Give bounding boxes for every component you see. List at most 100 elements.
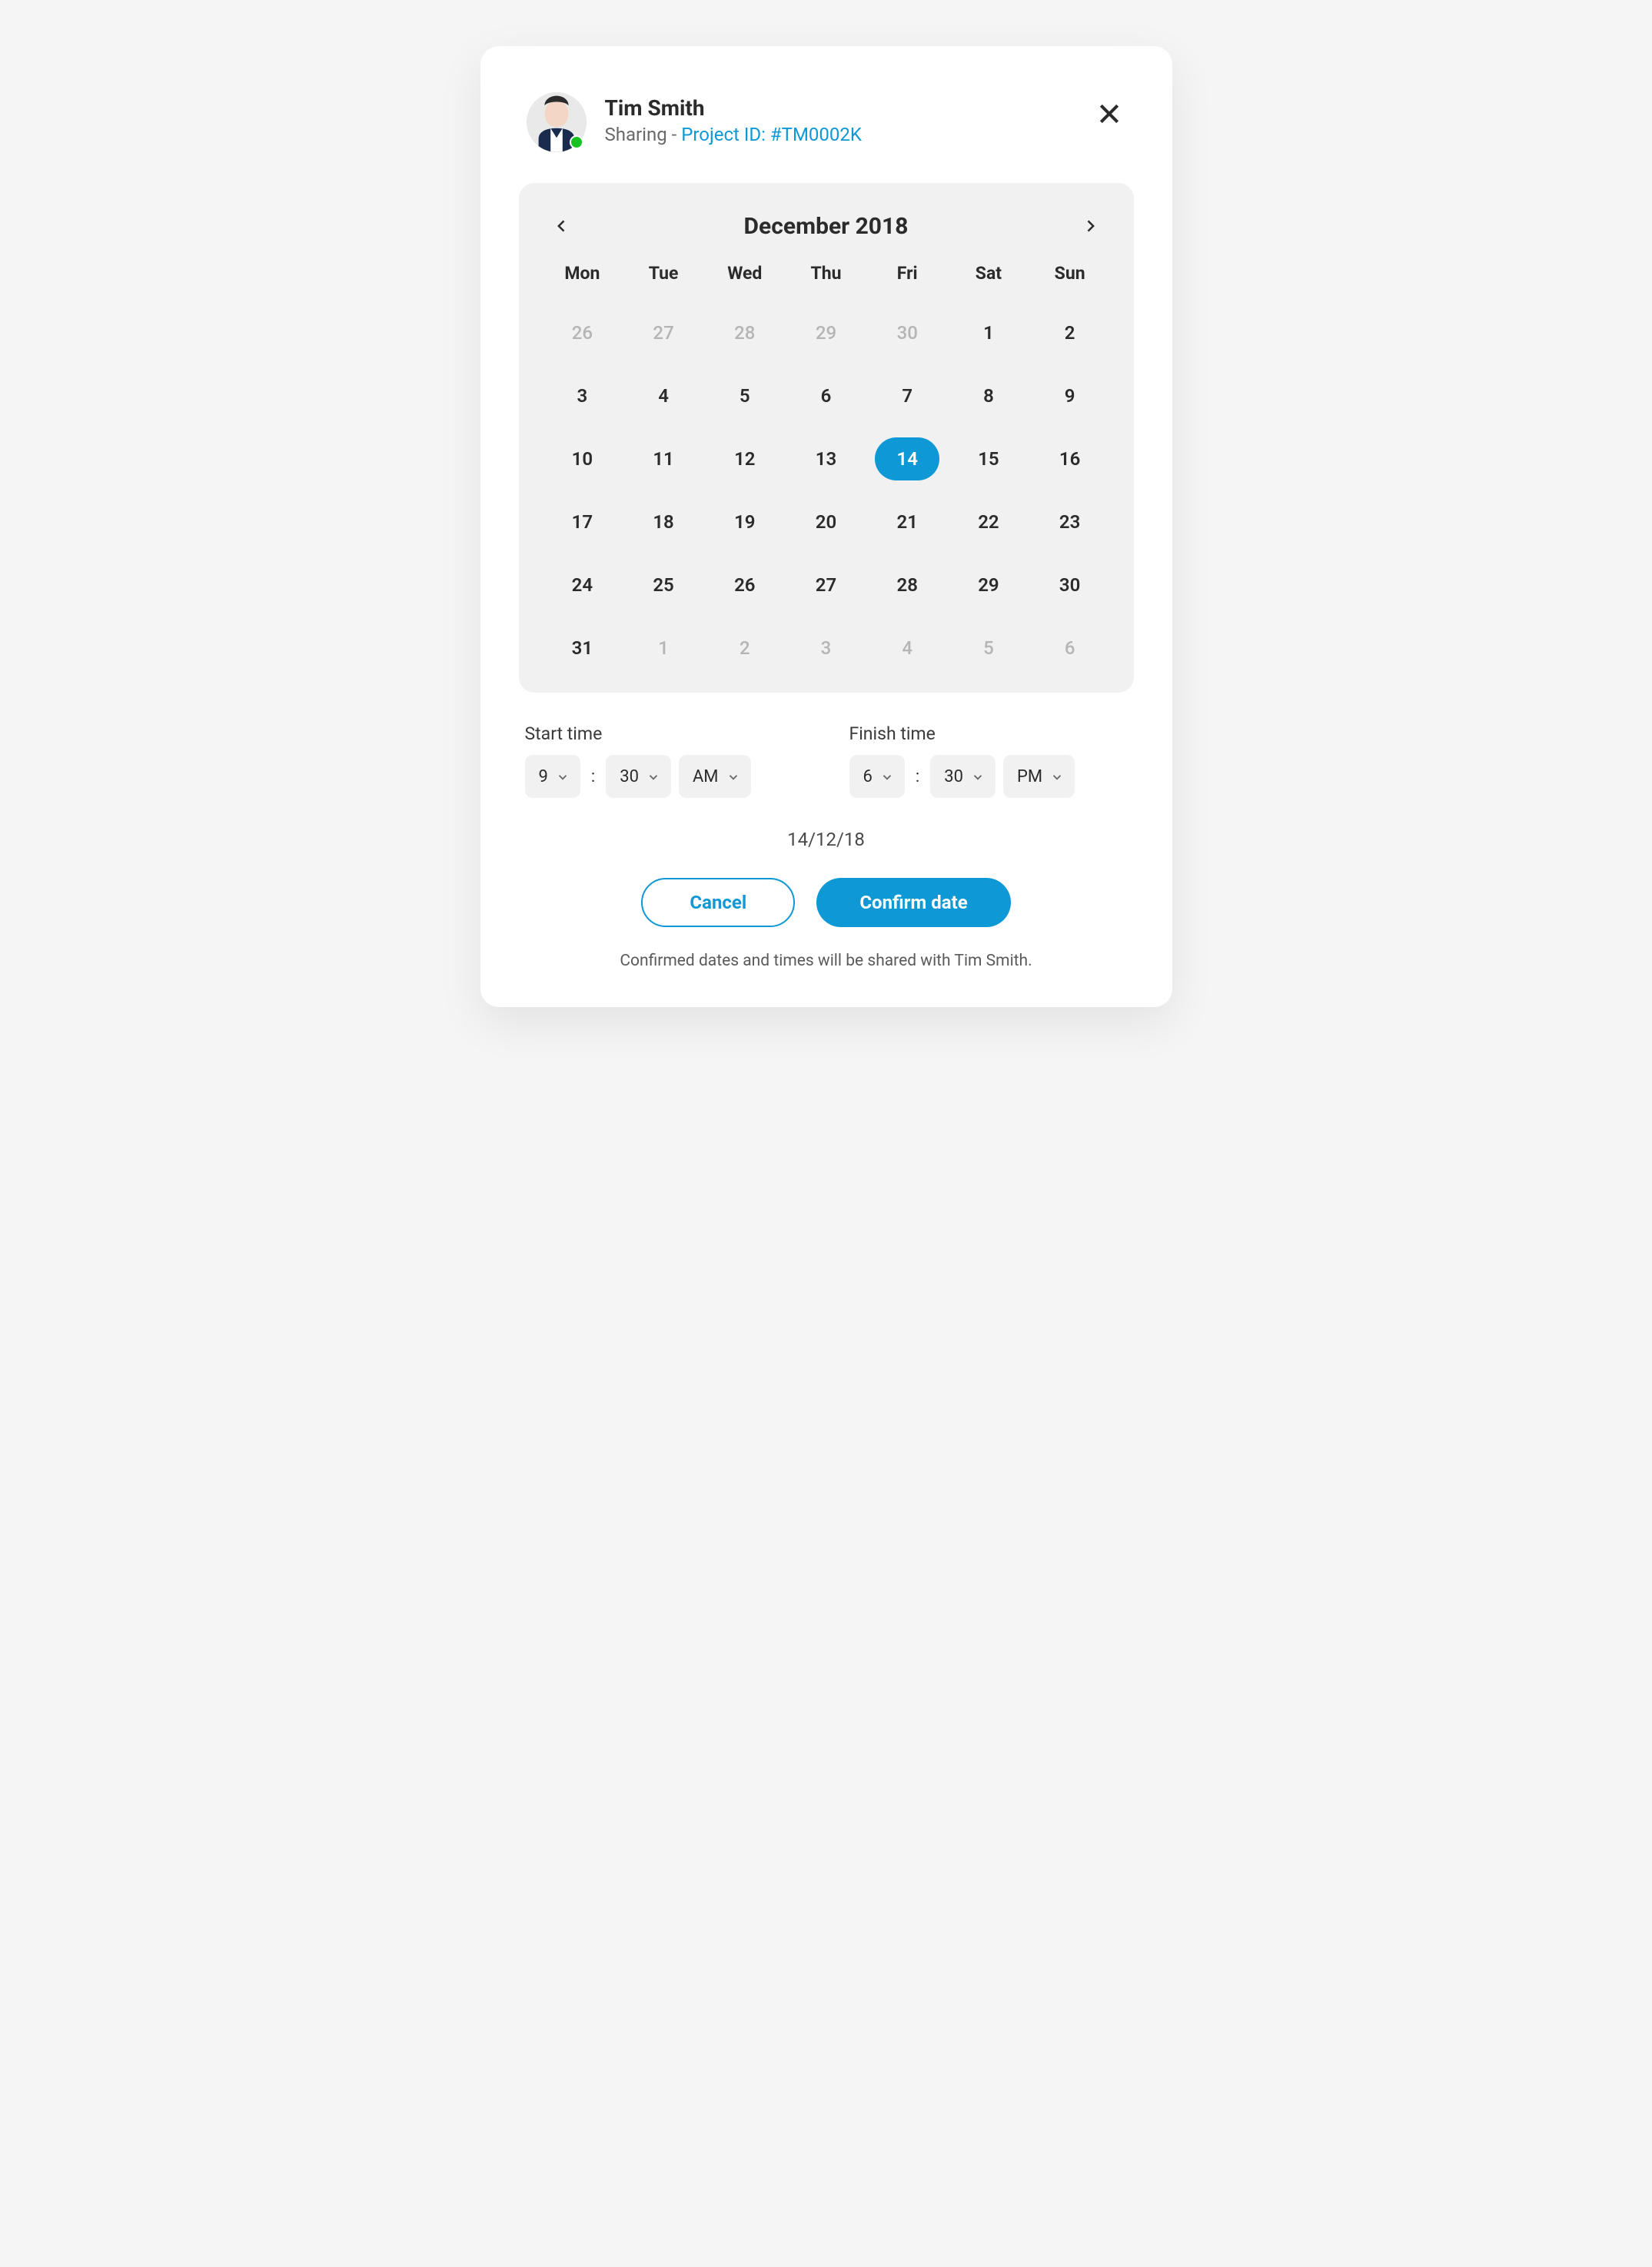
- finish-hour-select[interactable]: 6: [849, 755, 905, 798]
- finish-minute-select[interactable]: 30: [930, 755, 996, 798]
- calendar-day[interactable]: 19: [704, 500, 786, 543]
- calendar-day-number: 11: [653, 448, 673, 470]
- avatar-wrap: [527, 92, 587, 152]
- calendar-day[interactable]: 24: [542, 563, 623, 607]
- footnote: Confirmed dates and times will be shared…: [519, 952, 1134, 970]
- calendar-day[interactable]: 10: [542, 437, 623, 480]
- calendar-day[interactable]: 12: [704, 437, 786, 480]
- modal-header: Tim Smith Sharing - Project ID: #TM0002K: [519, 92, 1134, 152]
- day-of-week-header: Fri: [866, 263, 948, 291]
- calendar-day[interactable]: 16: [1029, 437, 1111, 480]
- calendar-day[interactable]: 9: [1029, 374, 1111, 417]
- calendar-day-number: 30: [1059, 574, 1080, 596]
- calendar-day-number: 6: [821, 385, 832, 407]
- finish-period-value: PM: [1017, 767, 1042, 786]
- calendar-day[interactable]: 20: [786, 500, 867, 543]
- calendar-day-number: 6: [1065, 637, 1075, 659]
- calendar-day[interactable]: 7: [866, 374, 948, 417]
- calendar-day[interactable]: 6: [1029, 627, 1111, 670]
- calendar-day[interactable]: 17: [542, 500, 623, 543]
- day-of-week-header: Mon: [542, 263, 623, 291]
- day-of-week-header: Sun: [1029, 263, 1111, 291]
- calendar-day[interactable]: 27: [623, 311, 704, 354]
- calendar-day[interactable]: 26: [704, 563, 786, 607]
- day-of-week-header: Tue: [623, 263, 704, 291]
- start-hour-value: 9: [539, 767, 548, 786]
- calendar-day-number: 26: [734, 574, 755, 596]
- month-title: December 2018: [744, 213, 909, 240]
- start-hour-select[interactable]: 9: [525, 755, 580, 798]
- next-month-button[interactable]: [1075, 211, 1105, 241]
- start-period-select[interactable]: AM: [679, 755, 751, 798]
- time-row: Start time 9 : 30 AM Finish time: [519, 723, 1134, 798]
- calendar-day-number: 12: [734, 448, 755, 470]
- calendar-day-number: 17: [572, 511, 593, 533]
- calendar-day[interactable]: 31: [542, 627, 623, 670]
- calendar-day[interactable]: 26: [542, 311, 623, 354]
- chevron-down-icon: [556, 770, 570, 783]
- calendar-day[interactable]: 22: [948, 500, 1029, 543]
- calendar-header: December 2018: [542, 211, 1111, 241]
- calendar-day[interactable]: 25: [623, 563, 704, 607]
- calendar-day-number: 5: [740, 385, 750, 407]
- calendar-day[interactable]: 1: [948, 311, 1029, 354]
- chevron-down-icon: [1050, 770, 1064, 783]
- calendar-day[interactable]: 4: [866, 627, 948, 670]
- start-minute-value: 30: [620, 767, 639, 786]
- calendar-day-number: 31: [572, 637, 593, 659]
- calendar-day[interactable]: 5: [948, 627, 1029, 670]
- close-icon: [1097, 101, 1122, 126]
- calendar-day[interactable]: 28: [866, 563, 948, 607]
- calendar-day[interactable]: 23: [1029, 500, 1111, 543]
- finish-minute-value: 30: [944, 767, 963, 786]
- calendar-grid: MonTueWedThuFriSatSun2627282930123456789…: [542, 263, 1111, 670]
- calendar-day[interactable]: 3: [542, 374, 623, 417]
- calendar-day[interactable]: 27: [786, 563, 867, 607]
- calendar-day[interactable]: 3: [786, 627, 867, 670]
- status-online-icon: [570, 135, 583, 149]
- calendar-day[interactable]: 14: [866, 437, 948, 480]
- calendar-day[interactable]: 2: [704, 627, 786, 670]
- calendar-day[interactable]: 11: [623, 437, 704, 480]
- calendar-day[interactable]: 8: [948, 374, 1029, 417]
- calendar-day[interactable]: 28: [704, 311, 786, 354]
- calendar-day[interactable]: 6: [786, 374, 867, 417]
- prev-month-button[interactable]: [547, 211, 577, 241]
- calendar-day-number: 16: [1059, 448, 1080, 470]
- finish-period-select[interactable]: PM: [1003, 755, 1075, 798]
- calendar-day[interactable]: 13: [786, 437, 867, 480]
- calendar-day-number: 2: [740, 637, 750, 659]
- time-separator: :: [912, 767, 922, 786]
- calendar-day-number: 20: [816, 511, 836, 533]
- calendar-day[interactable]: 18: [623, 500, 704, 543]
- close-button[interactable]: [1092, 97, 1126, 131]
- calendar-day-number: 13: [816, 448, 836, 470]
- calendar: December 2018 MonTueWedThuFriSatSun26272…: [519, 183, 1134, 693]
- finish-hour-value: 6: [863, 767, 873, 786]
- calendar-day[interactable]: 1: [623, 627, 704, 670]
- time-separator: :: [588, 767, 598, 786]
- calendar-day[interactable]: 29: [948, 563, 1029, 607]
- date-picker-modal: Tim Smith Sharing - Project ID: #TM0002K…: [480, 46, 1172, 1007]
- start-time-controls: 9 : 30 AM: [525, 755, 803, 798]
- project-id-link[interactable]: Project ID: #TM0002K: [681, 124, 862, 145]
- chevron-right-icon: [1082, 218, 1098, 234]
- calendar-day-number: 27: [816, 574, 836, 596]
- calendar-day[interactable]: 29: [786, 311, 867, 354]
- confirm-button[interactable]: Confirm date: [816, 878, 1010, 927]
- start-minute-select[interactable]: 30: [606, 755, 671, 798]
- calendar-day[interactable]: 5: [704, 374, 786, 417]
- day-of-week-header: Sat: [948, 263, 1029, 291]
- calendar-day[interactable]: 15: [948, 437, 1029, 480]
- cancel-button[interactable]: Cancel: [641, 878, 795, 927]
- calendar-day[interactable]: 30: [1029, 563, 1111, 607]
- chevron-down-icon: [647, 770, 660, 783]
- calendar-day-number: 1: [658, 637, 669, 659]
- calendar-day[interactable]: 21: [866, 500, 948, 543]
- calendar-day[interactable]: 30: [866, 311, 948, 354]
- calendar-day-number: 10: [572, 448, 593, 470]
- calendar-day-number: 15: [978, 448, 999, 470]
- calendar-day[interactable]: 2: [1029, 311, 1111, 354]
- calendar-day[interactable]: 4: [623, 374, 704, 417]
- calendar-day-number: 30: [897, 322, 918, 344]
